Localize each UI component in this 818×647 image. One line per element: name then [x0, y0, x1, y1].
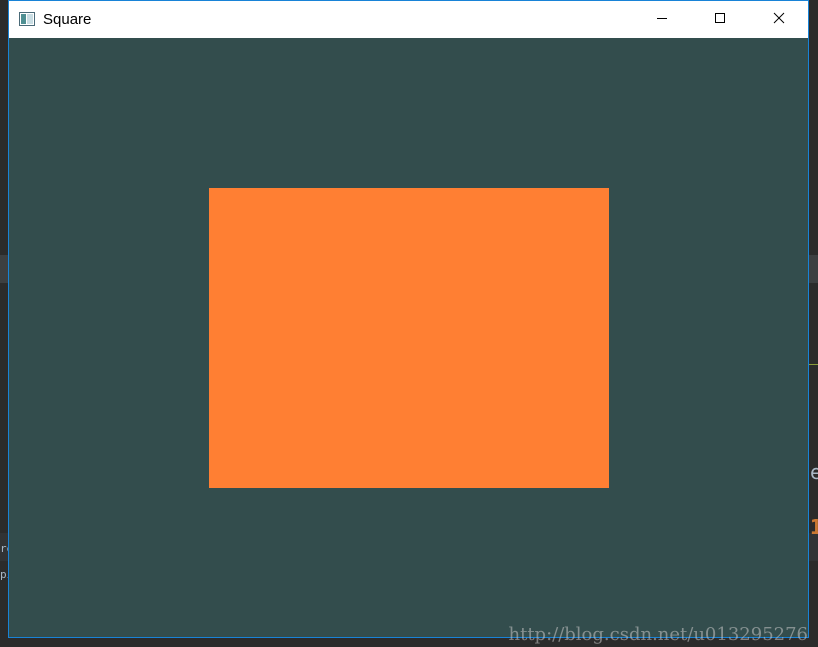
- background-code-fragment: re: [0, 542, 8, 555]
- maximize-icon: [714, 11, 726, 29]
- background-code-fragment: pi: [0, 568, 8, 581]
- render-canvas: [9, 38, 808, 637]
- background-separator: [809, 364, 818, 365]
- close-icon: [773, 11, 785, 29]
- minimize-icon: [656, 11, 668, 29]
- minimize-button[interactable]: [633, 1, 691, 38]
- maximize-button[interactable]: [691, 1, 749, 38]
- background-code-fragment: e: [810, 460, 818, 484]
- app-window-icon: [19, 12, 35, 26]
- title-bar[interactable]: Square: [9, 1, 808, 38]
- watermark-text: http://blog.csdn.net/u013295276: [508, 624, 809, 645]
- orange-rectangle: [209, 188, 609, 488]
- close-button[interactable]: [750, 1, 808, 38]
- window-title: Square: [43, 11, 92, 28]
- background-code-fragment: 1: [810, 515, 818, 539]
- app-window: Square: [8, 0, 809, 638]
